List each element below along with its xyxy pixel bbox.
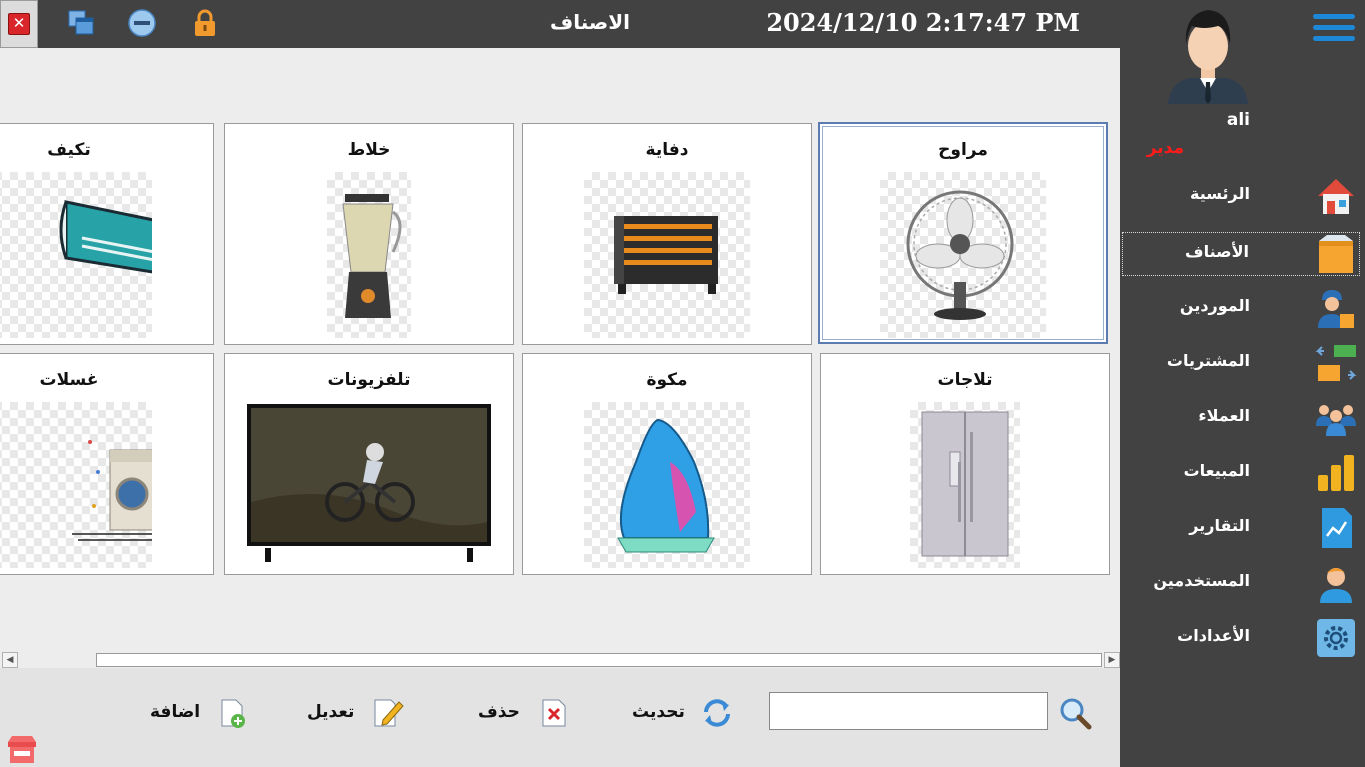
sidebar-item-label: العملاء <box>1198 406 1250 425</box>
search-input[interactable] <box>769 692 1048 730</box>
category-name: تلاجات <box>937 370 993 390</box>
category-card-fans[interactable]: مراوح <box>818 122 1108 344</box>
edit-label: تعديل <box>307 702 355 722</box>
refresh-icon <box>704 699 730 727</box>
sidebar-item-categories[interactable]: الأصناف <box>1122 232 1360 276</box>
delete-label: حذف <box>478 702 520 722</box>
user-name: ali <box>1226 110 1250 130</box>
close-window-button[interactable]: ✕ <box>0 0 38 48</box>
category-name: خلاط <box>347 140 391 160</box>
delete-button[interactable]: حذف <box>478 696 572 732</box>
category-card-refrigerators[interactable]: تلاجات <box>820 353 1110 575</box>
refresh-button[interactable]: تحديث <box>632 696 736 732</box>
sidebar-item-label: المستخدمين <box>1153 571 1250 590</box>
add-document-icon <box>221 699 245 728</box>
sidebar-item-label: التقارير <box>1189 516 1250 535</box>
category-name: تكيف <box>47 140 91 160</box>
delete-document-icon <box>542 699 566 727</box>
sidebar-item-purchases[interactable]: المشتريات <box>1122 341 1360 385</box>
sidebar-item-label: المبيعات <box>1183 461 1250 480</box>
sidebar-item-home[interactable]: الرئسية <box>1122 174 1360 218</box>
scroll-right-icon[interactable]: ▶ <box>1104 652 1120 668</box>
edit-pencil-icon <box>374 699 404 727</box>
restore-windows-icon[interactable] <box>66 8 96 38</box>
sidebar-item-label: الأعدادات <box>1177 626 1250 645</box>
edit-button[interactable]: تعديل <box>307 696 407 732</box>
category-card-blenders[interactable]: خلاط <box>224 123 514 345</box>
sidebar-item-label: المشتريات <box>1166 351 1250 370</box>
blender-image <box>327 172 411 338</box>
category-card-heaters[interactable]: دفاية <box>522 123 812 345</box>
sidebar-item-label: الرئسية <box>1190 184 1250 203</box>
lock-icon[interactable] <box>190 8 220 38</box>
sidebar-item-sales[interactable]: المبيعات <box>1122 451 1360 495</box>
customers-icon <box>1316 405 1356 436</box>
scrollbar-thumb[interactable] <box>96 653 1102 667</box>
datetime-display: 2024/12/10 2:17:47 PM <box>766 8 1080 37</box>
sidebar-item-users[interactable]: المستخدمين <box>1122 561 1360 605</box>
category-name: تلفزيونات <box>327 370 411 390</box>
purchases-icon <box>1315 345 1357 381</box>
sidebar-item-customers[interactable]: العملاء <box>1122 396 1360 440</box>
air-conditioner-image <box>0 172 204 338</box>
sales-coins-icon <box>1318 455 1354 491</box>
avatar <box>1168 10 1248 104</box>
page-title: الاصناف <box>550 10 630 34</box>
categories-grid: مراوح دفاية خلاط تكيف تلاجات مكوة تلفزيو… <box>0 48 1120 668</box>
category-card-televisions[interactable]: تلفزيونات <box>224 353 514 575</box>
scroll-left-icon[interactable]: ◀ <box>2 652 18 668</box>
category-card-air-conditioners[interactable]: تكيف <box>0 123 214 345</box>
category-card-irons[interactable]: مكوة <box>522 353 812 575</box>
washing-machine-image <box>0 402 155 568</box>
bottom-toolbar: اضافة تعديل حذف تحديث <box>0 668 1120 767</box>
sidebar-item-suppliers[interactable]: الموردين <box>1122 286 1360 330</box>
horizontal-scrollbar[interactable]: ◀ ▶ <box>0 652 1120 668</box>
sidebar-item-label: الأصناف <box>1185 242 1249 261</box>
report-chart-icon <box>1322 508 1352 548</box>
add-button[interactable]: اضافة <box>150 696 250 732</box>
menu-hamburger-icon[interactable] <box>1313 14 1355 46</box>
add-label: اضافة <box>150 702 201 722</box>
sidebar-item-reports[interactable]: التقارير <box>1122 506 1360 550</box>
minimize-icon[interactable] <box>127 8 157 38</box>
iron-image <box>584 402 750 568</box>
category-name: مكوة <box>646 370 688 390</box>
store-icon[interactable] <box>6 734 38 764</box>
category-name: مراوح <box>938 140 988 160</box>
user-role: مدير <box>1146 138 1184 158</box>
settings-gear-icon <box>1317 619 1355 657</box>
sidebar-item-label: الموردين <box>1179 296 1250 315</box>
supplier-icon <box>1318 290 1354 328</box>
fan-image <box>880 172 1046 338</box>
box-icon <box>1319 235 1353 273</box>
sidebar-item-settings[interactable]: الأعدادات <box>1122 616 1360 660</box>
title-bar: ✕ الاصناف 2024/12/10 2:17:47 PM <box>0 0 1120 48</box>
close-icon: ✕ <box>8 13 30 35</box>
category-name: غسلات <box>39 370 99 390</box>
sidebar: ali مدير الرئسية الأصناف الموردين المشتر… <box>1120 0 1365 767</box>
category-name: دفاية <box>645 140 689 160</box>
user-icon <box>1320 568 1352 603</box>
refrigerator-image <box>910 402 1020 568</box>
search-icon[interactable] <box>1058 696 1092 730</box>
television-image <box>245 402 493 568</box>
heater-image <box>584 172 750 338</box>
refresh-label: تحديث <box>632 702 685 722</box>
home-icon <box>1318 179 1354 214</box>
category-card-washing-machines[interactable]: غسلات <box>0 353 214 575</box>
